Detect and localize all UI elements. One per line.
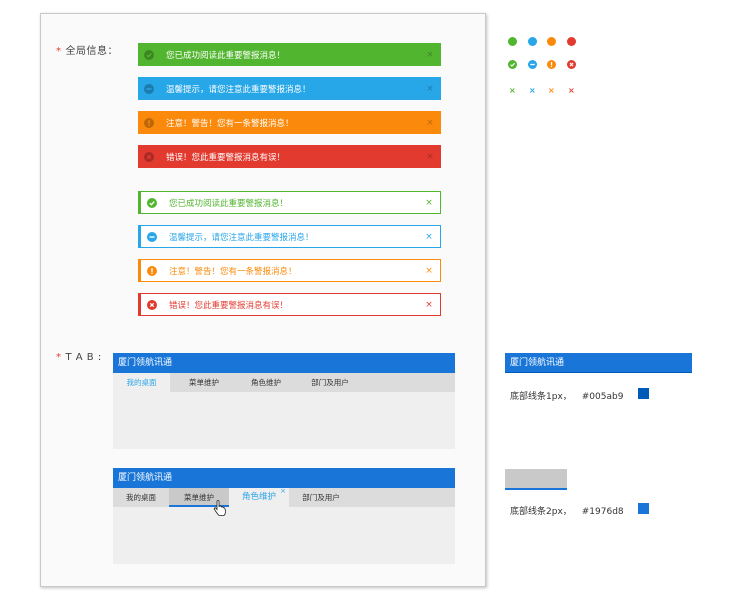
tab-my-desktop[interactable]: 我的桌面 [113, 488, 169, 507]
exclamation-circle-icon [144, 117, 154, 128]
minus-circle-icon [144, 83, 154, 94]
tab-header-title: 厦门领航讯通 [113, 353, 455, 373]
tab-department-users[interactable]: 部门及用户 [289, 488, 353, 507]
close-icon[interactable]: × [419, 152, 441, 162]
tab-content-area [113, 392, 455, 449]
color-dot-info [528, 37, 537, 46]
global-info-label: * 全局信息： [56, 46, 118, 57]
tab-content-area [113, 507, 455, 564]
alert-text: 注意！警告！您有一条警报消息！ [166, 118, 294, 129]
tab-underline-sample [505, 469, 567, 490]
close-icon[interactable]: × [418, 232, 440, 242]
tab-example-1: 厦门领航讯通 我的桌面 菜单维护 角色维护 部门及用户 [113, 353, 455, 449]
tab-example-2: 厦门领航讯通 我的桌面 菜单维护 角色维护 × 部门及用户 [113, 468, 455, 564]
color-dot-warning [547, 37, 556, 46]
alert-text: 注意！警告！您有一条警报消息！ [169, 266, 297, 277]
required-star: * [56, 352, 62, 363]
tab-close-icon[interactable]: × [280, 482, 286, 501]
alert-text: 温馨提示，请您注意此重要警报消息！ [169, 232, 314, 243]
x-circle-icon [567, 60, 576, 69]
alert-text: 错误！您此重要警报消息有误！ [166, 152, 286, 163]
x-circle-icon [144, 151, 154, 162]
hand-cursor-icon [213, 500, 226, 516]
color-dot-success [508, 37, 517, 46]
tab-section-label: * T A B : [56, 352, 102, 363]
alert-text: 您已成功阅读此重要警报消息！ [166, 50, 286, 61]
close-icon[interactable]: × [418, 198, 440, 208]
underline-1px-note: 底部线条1px， #005ab9 [510, 392, 624, 402]
close-icon[interactable]: × [418, 266, 440, 276]
close-icon-success: × [509, 86, 516, 95]
tab-department-users[interactable]: 部门及用户 [294, 373, 366, 392]
close-icon[interactable]: × [419, 118, 441, 128]
alert-text: 温馨提示，请您注意此重要警报消息！ [166, 84, 311, 95]
underline-2px-note: 底部线条2px， #1976d8 [510, 507, 624, 517]
alert-info-filled: 温馨提示，请您注意此重要警报消息！ × [138, 77, 441, 100]
tab-menu-maintenance[interactable]: 菜单维护 [170, 373, 238, 392]
close-icon[interactable]: × [419, 84, 441, 94]
minus-circle-icon [528, 60, 537, 69]
close-icon-warning: × [548, 86, 555, 95]
alert-error-outlined: 错误！您此重要警报消息有误！ × [138, 293, 441, 316]
close-icon-info: × [529, 86, 536, 95]
alert-info-outlined: 温馨提示，请您注意此重要警报消息！ × [138, 225, 441, 248]
check-circle-icon [147, 197, 157, 208]
alert-warning-filled: 注意！警告！您有一条警报消息！ × [138, 111, 441, 134]
minus-circle-icon [147, 231, 157, 242]
exclamation-circle-icon [547, 60, 556, 69]
tab-strip: 我的桌面 菜单维护 角色维护 × 部门及用户 [113, 487, 455, 516]
close-icon[interactable]: × [419, 50, 441, 60]
close-icon-error: × [568, 86, 575, 95]
check-circle-icon [144, 49, 154, 60]
x-circle-icon [147, 299, 157, 310]
exclamation-circle-icon [147, 265, 157, 276]
tab-my-desktop[interactable]: 我的桌面 [113, 373, 170, 392]
tab-role-maintenance-active[interactable]: 角色维护 × [229, 487, 289, 507]
color-swatch-005ab9 [638, 388, 649, 399]
tab-label: 角色维护 [241, 492, 276, 502]
alert-success-filled: 您已成功阅读此重要警报消息！ × [138, 43, 441, 66]
color-dot-error [567, 37, 576, 46]
color-swatch-1976d8 [638, 503, 649, 514]
close-icon[interactable]: × [418, 300, 440, 310]
alert-warning-outlined: 注意！警告！您有一条警报消息！ × [138, 259, 441, 282]
title-bar-sample: 厦门领航讯通 [505, 353, 692, 373]
alert-text: 您已成功阅读此重要警报消息！ [169, 198, 289, 209]
alert-text: 错误！您此重要警报消息有误！ [169, 300, 289, 311]
tab-role-maintenance[interactable]: 角色维护 [238, 373, 294, 392]
alert-success-outlined: 您已成功阅读此重要警报消息！ × [138, 191, 441, 214]
alert-error-filled: 错误！您此重要警报消息有误！ × [138, 145, 441, 168]
check-circle-icon [508, 60, 517, 69]
required-star: * [56, 46, 62, 57]
tab-strip: 我的桌面 菜单维护 角色维护 部门及用户 [113, 373, 455, 392]
